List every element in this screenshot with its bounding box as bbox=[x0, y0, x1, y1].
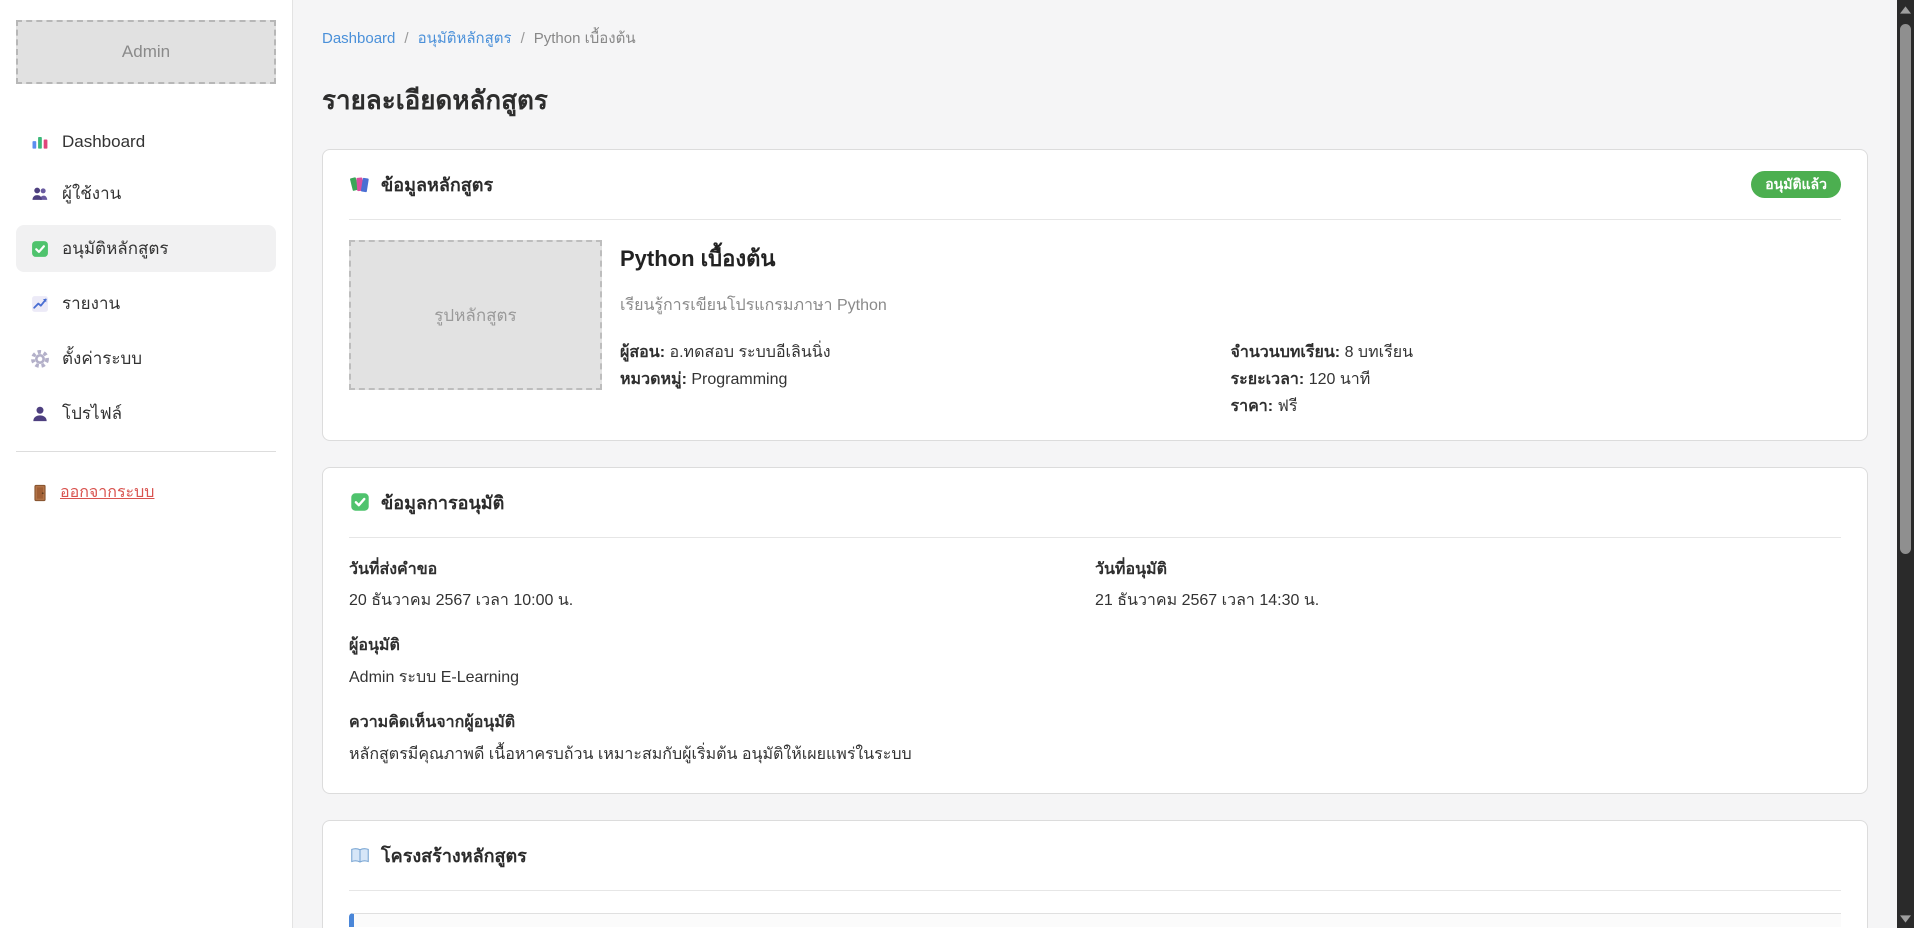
instructor-label: ผู้สอน: bbox=[620, 344, 665, 361]
course-name: Python เบื้องต้น bbox=[620, 242, 1841, 275]
approval-card-title: ข้อมูลการอนุมัติ bbox=[381, 488, 504, 517]
request-date-label: วันที่ส่งคำขอ bbox=[349, 558, 1095, 583]
scrollbar-thumb[interactable] bbox=[1900, 24, 1911, 554]
approval-info-card: ข้อมูลการอนุมัติ วันที่ส่งคำขอ 20 ธันวาค… bbox=[322, 467, 1868, 795]
approve-date-value: 21 ธันวาคม 2567 เวลา 14:30 น. bbox=[1095, 589, 1841, 614]
approve-date-label: วันที่อนุมัติ bbox=[1095, 558, 1841, 583]
duration-line: ระยะเวลา: 120 นาที bbox=[1231, 366, 1842, 393]
course-body: รูปหลักสูตร Python เบื้องต้น เรียนรู้การ… bbox=[349, 240, 1841, 420]
course-card-header: ข้อมูลหลักสูตร อนุมัติแล้ว bbox=[349, 170, 1841, 199]
sidebar-divider bbox=[16, 451, 276, 452]
breadcrumb: Dashboard / อนุมัติหลักสูตร / Python เบื… bbox=[322, 26, 1868, 50]
comment-group: ความคิดเห็นจากผู้อนุมัติ หลักสูตรมีคุณภา… bbox=[349, 711, 1841, 768]
sidebar-item-reports[interactable]: รายงาน bbox=[16, 280, 276, 327]
sidebar: Admin Dashboard ผู้ใช้งาน อนุมัติหลักสูต… bbox=[0, 0, 293, 928]
breadcrumb-current: Python เบื้องต้น bbox=[534, 26, 636, 50]
course-description: เรียนรู้การเขียนโปรแกรมภาษา Python bbox=[620, 293, 1841, 319]
category-value: Programming bbox=[691, 371, 787, 388]
card-divider bbox=[349, 537, 1841, 538]
structure-card-header: โครงสร้างหลักสูตร bbox=[349, 841, 1841, 870]
approver-value: Admin ระบบ E-Learning bbox=[349, 666, 1841, 691]
course-card-title: ข้อมูลหลักสูตร bbox=[381, 170, 493, 199]
main-content: Dashboard / อนุมัติหลักสูตร / Python เบื… bbox=[293, 0, 1914, 928]
admin-brand-label: Admin bbox=[122, 42, 170, 62]
course-image-placeholder-label: รูปหลักสูตร bbox=[434, 302, 516, 329]
check-icon bbox=[30, 239, 50, 259]
users-icon bbox=[30, 184, 50, 204]
category-label: หมวดหมู่: bbox=[620, 371, 687, 388]
sidebar-item-label: อนุมัติหลักสูตร bbox=[62, 235, 169, 262]
check-icon bbox=[349, 491, 371, 513]
structure-card-title: โครงสร้างหลักสูตร bbox=[381, 841, 527, 870]
chart-up-icon bbox=[30, 294, 50, 314]
books-icon bbox=[349, 174, 371, 196]
scrollbar-down-arrow[interactable] bbox=[1897, 910, 1914, 927]
course-meta-left: ผู้สอน: อ.ทดสอบ ระบบอีเลินนิ่ง หมวดหมู่:… bbox=[620, 339, 1231, 420]
price-line: ราคา: ฟรี bbox=[1231, 393, 1842, 420]
course-meta-right: จำนวนบทเรียน: 8 บทเรียน ระยะเวลา: 120 นา… bbox=[1231, 339, 1842, 420]
card-divider bbox=[349, 890, 1841, 891]
course-info: Python เบื้องต้น เรียนรู้การเขียนโปรแกรม… bbox=[620, 240, 1841, 420]
card-divider bbox=[349, 219, 1841, 220]
approver-group: ผู้อนุมัติ Admin ระบบ E-Learning bbox=[349, 634, 1841, 691]
bar-chart-icon bbox=[30, 132, 50, 152]
breadcrumb-separator: / bbox=[521, 30, 525, 47]
open-book-icon bbox=[349, 845, 371, 867]
sidebar-item-label: โปรไฟล์ bbox=[62, 400, 122, 427]
approver-label: ผู้อนุมัติ bbox=[349, 634, 1841, 659]
scrollbar-up-arrow[interactable] bbox=[1897, 1, 1914, 18]
sidebar-item-dashboard[interactable]: Dashboard bbox=[16, 122, 276, 162]
sidebar-nav: Dashboard ผู้ใช้งาน อนุมัติหลักสูตร รายง… bbox=[16, 122, 276, 437]
request-date-group: วันที่ส่งคำขอ 20 ธันวาคม 2567 เวลา 10:00… bbox=[349, 558, 1095, 615]
sidebar-item-label: ผู้ใช้งาน bbox=[62, 180, 121, 207]
duration-value: 120 นาที bbox=[1309, 371, 1371, 388]
sidebar-item-label: รายงาน bbox=[62, 290, 120, 317]
course-image-placeholder: รูปหลักสูตร bbox=[349, 240, 602, 390]
duration-label: ระยะเวลา: bbox=[1231, 371, 1305, 388]
course-meta: ผู้สอน: อ.ทดสอบ ระบบอีเลินนิ่ง หมวดหมู่:… bbox=[620, 339, 1841, 420]
logout-link[interactable]: ออกจากระบบ bbox=[16, 480, 276, 505]
breadcrumb-separator: / bbox=[404, 30, 408, 47]
sidebar-item-label: Dashboard bbox=[62, 132, 145, 152]
price-value: ฟรี bbox=[1278, 398, 1298, 415]
instructor-line: ผู้สอน: อ.ทดสอบ ระบบอีเลินนิ่ง bbox=[620, 339, 1231, 366]
lesson-item-partial bbox=[349, 913, 1841, 927]
app-window: Admin Dashboard ผู้ใช้งาน อนุมัติหลักสูต… bbox=[0, 0, 1914, 928]
approval-dates-grid: วันที่ส่งคำขอ 20 ธันวาคม 2567 เวลา 10:00… bbox=[349, 558, 1841, 635]
approval-body: วันที่ส่งคำขอ 20 ธันวาคม 2567 เวลา 10:00… bbox=[349, 558, 1841, 768]
course-info-card: ข้อมูลหลักสูตร อนุมัติแล้ว รูปหลักสูตร P… bbox=[322, 149, 1868, 441]
gear-icon bbox=[30, 349, 50, 369]
sidebar-item-course-approval[interactable]: อนุมัติหลักสูตร bbox=[16, 225, 276, 272]
comment-label: ความคิดเห็นจากผู้อนุมัติ bbox=[349, 711, 1841, 736]
page-title: รายละเอียดหลักสูตร bbox=[322, 80, 1868, 121]
request-date-value: 20 ธันวาคม 2567 เวลา 10:00 น. bbox=[349, 589, 1095, 614]
lessons-label: จำนวนบทเรียน: bbox=[1231, 344, 1341, 361]
approve-date-group: วันที่อนุมัติ 21 ธันวาคม 2567 เวลา 14:30… bbox=[1095, 558, 1841, 615]
instructor-value: อ.ทดสอบ ระบบอีเลินนิ่ง bbox=[669, 344, 830, 361]
category-line: หมวดหมู่: Programming bbox=[620, 366, 1231, 393]
comment-value: หลักสูตรมีคุณภาพดี เนื้อหาครบถ้วน เหมาะส… bbox=[349, 743, 1841, 768]
sidebar-item-users[interactable]: ผู้ใช้งาน bbox=[16, 170, 276, 217]
sidebar-item-label: ตั้งค่าระบบ bbox=[62, 345, 142, 372]
logout-label: ออกจากระบบ bbox=[60, 480, 154, 505]
sidebar-item-profile[interactable]: โปรไฟล์ bbox=[16, 390, 276, 437]
breadcrumb-link-dashboard[interactable]: Dashboard bbox=[322, 30, 395, 47]
approval-card-header: ข้อมูลการอนุมัติ bbox=[349, 488, 1841, 517]
breadcrumb-link-course-approval[interactable]: อนุมัติหลักสูตร bbox=[418, 26, 512, 50]
lessons-line: จำนวนบทเรียน: 8 บทเรียน bbox=[1231, 339, 1842, 366]
status-badge: อนุมัติแล้ว bbox=[1751, 171, 1841, 198]
course-structure-card: โครงสร้างหลักสูตร bbox=[322, 820, 1868, 928]
lessons-value: 8 บทเรียน bbox=[1345, 344, 1413, 361]
sidebar-item-settings[interactable]: ตั้งค่าระบบ bbox=[16, 335, 276, 382]
door-icon bbox=[30, 483, 50, 503]
price-label: ราคา: bbox=[1231, 398, 1274, 415]
admin-logo-placeholder: Admin bbox=[16, 20, 276, 84]
person-icon bbox=[30, 404, 50, 424]
vertical-scrollbar[interactable] bbox=[1897, 0, 1914, 928]
